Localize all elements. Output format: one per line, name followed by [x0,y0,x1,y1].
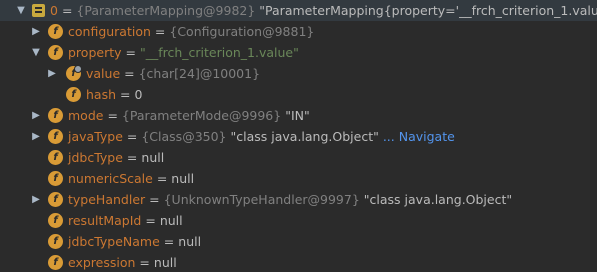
tree-row-jdbctype[interactable]: f jdbcType = null [0,147,597,168]
variable-name: javaType [68,129,123,144]
object-ref: {ParameterMode@9996} [121,108,282,123]
variable-value: "class java.lang.Object" [363,192,513,207]
equals-sign: = [126,129,138,144]
collapsed-arrow-icon[interactable]: ▶ [30,189,42,210]
field-icon: f [48,192,63,207]
object-ref: {Configuration@9881} [169,24,315,39]
equals-sign: = [163,234,175,249]
equals-sign: = [126,150,138,165]
expand-arrow-icon[interactable]: ▼ [15,0,27,21]
equals-sign: = [156,171,168,186]
equals-sign: = [124,66,135,81]
field-icon: f [48,108,63,123]
equals-sign: = [149,192,160,207]
variable-value: null [153,255,177,270]
variable-value: "class java.lang.Object" [230,129,379,144]
field-icon: f [48,171,63,186]
string-value: "__frch_criterion_1.value" [139,45,299,60]
equals-sign: = [139,255,150,270]
variable-name: jdbcType [68,150,123,165]
field-icon: f [48,45,63,60]
tree-row-javatype[interactable]: ▶ f javaType = {Class@350} "class java.l… [0,126,597,147]
field-icon: f [48,213,63,228]
collapsed-arrow-icon[interactable]: ▶ [30,126,42,147]
equals-sign: = [120,87,131,102]
variable-name: jdbcTypeName [68,234,160,249]
object-ref: {Class@350} [141,129,227,144]
variable-name: 0 [50,3,58,18]
collapsed-arrow-icon[interactable]: ▶ [30,21,42,42]
equals-sign: = [154,24,166,39]
tree-row-root[interactable]: ▼ 0 = {ParameterMapping@9982} "Parameter… [0,0,597,21]
navigate-link[interactable]: ... Navigate [383,129,455,144]
equals-sign: = [125,45,136,60]
collapsed-arrow-icon[interactable]: ▶ [30,105,42,126]
variable-value: "ParameterMapping{property='__frch_crite… [259,3,597,18]
tree-row-mode[interactable]: ▶ f mode = {ParameterMode@9996} "IN" [0,105,597,126]
object-ref: {char[24]@10001} [138,66,261,81]
variable-name: configuration [68,24,151,39]
final-field-icon: f [66,65,82,81]
field-icon: f [48,255,63,270]
debugger-variables-tree: ▼ 0 = {ParameterMapping@9982} "Parameter… [0,0,597,272]
tree-row-typehandler[interactable]: ▶ f typeHandler = {UnknownTypeHandler@99… [0,189,597,210]
variable-name: value [86,66,121,81]
field-icon: f [48,234,63,249]
field-icon: f [48,150,63,165]
object-ref: {ParameterMapping@9982} [76,3,256,18]
equals-sign: = [61,3,73,18]
variable-name: typeHandler [68,192,146,207]
variable-name: resultMapId [68,213,142,228]
expand-arrow-icon[interactable]: ▼ [30,42,42,63]
array-element-icon [32,4,45,17]
variable-name: property [68,45,122,60]
collapsed-arrow-icon[interactable]: ▶ [46,63,58,84]
variable-value: null [159,213,183,228]
variable-value: null [178,234,202,249]
object-ref: {UnknownTypeHandler@9997} [163,192,360,207]
field-icon: f [48,24,63,39]
tree-row-value[interactable]: ▶ f value = {char[24]@10001} [0,63,597,84]
tree-row-numericscale[interactable]: f numericScale = null [0,168,597,189]
tree-row-configuration[interactable]: ▶ f configuration = {Configuration@9881} [0,21,597,42]
tree-row-hash[interactable]: f hash = 0 [0,84,597,105]
variable-value: "IN" [285,108,310,123]
tree-row-jdbctypename[interactable]: f jdbcTypeName = null [0,231,597,252]
variable-value: 0 [134,87,143,102]
field-icon: f [66,87,81,102]
field-icon: f [48,129,63,144]
variable-name: expression [68,255,136,270]
variable-value: null [141,150,165,165]
equals-sign: = [145,213,156,228]
tree-row-expression[interactable]: f expression = null [0,252,597,272]
variable-name: hash [86,87,117,102]
variable-name: numericScale [68,171,153,186]
variable-value: null [171,171,195,186]
equals-sign: = [107,108,118,123]
tree-row-resultmapid[interactable]: f resultMapId = null [0,210,597,231]
variable-name: mode [68,108,104,123]
tree-row-property[interactable]: ▼ f property = "__frch_criterion_1.value… [0,42,597,63]
